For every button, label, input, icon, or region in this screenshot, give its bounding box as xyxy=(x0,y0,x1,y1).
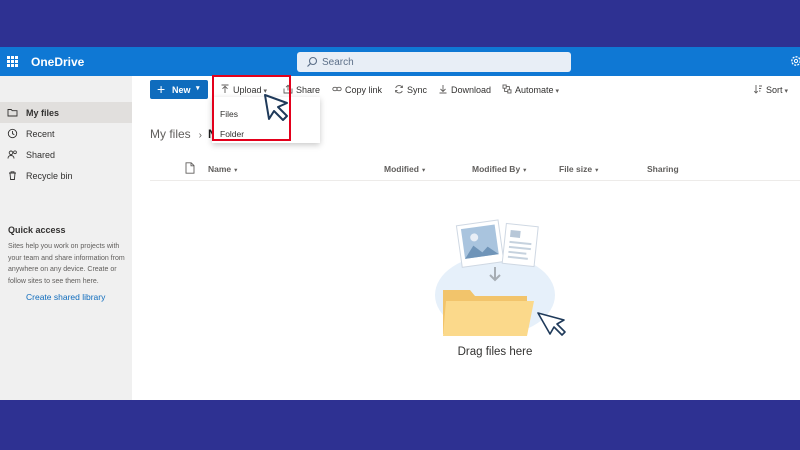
suite-header: OneDrive Search xyxy=(0,47,800,76)
plus-icon: + xyxy=(157,81,166,97)
column-name[interactable]: Name ▾ xyxy=(208,164,237,174)
column-modified[interactable]: Modified ▾ xyxy=(384,164,425,174)
chevron-down-icon: ▾ xyxy=(421,167,426,174)
quick-access-title: Quick access xyxy=(8,225,66,235)
upload-folder-option[interactable]: Folder xyxy=(220,129,244,139)
automate-icon xyxy=(502,84,512,94)
sync-label: Sync xyxy=(407,85,428,95)
upload-label: Upload xyxy=(233,85,262,95)
chevron-right-icon: › xyxy=(198,130,203,141)
chevron-down-icon: ▾ xyxy=(196,85,200,92)
chevron-down-icon: ▾ xyxy=(234,167,238,174)
onedrive-window: OneDrive Search My files Recent Shared R… xyxy=(0,47,800,400)
nav-item-label: Recent xyxy=(26,129,55,139)
automate-button[interactable]: Automate ▾ xyxy=(502,84,559,95)
nav-item-shared[interactable]: Shared xyxy=(0,144,132,165)
sort-label: Sort xyxy=(766,85,783,95)
search-icon xyxy=(307,56,318,67)
app-name[interactable]: OneDrive xyxy=(31,55,84,69)
column-file-size-label: File size xyxy=(559,164,593,174)
upload-files-option[interactable]: Files xyxy=(220,109,238,119)
left-navigation: My files Recent Shared Recycle bin Quick… xyxy=(0,76,132,400)
column-modified-label: Modified xyxy=(384,164,419,174)
upload-icon xyxy=(221,84,229,93)
sync-icon xyxy=(395,85,403,94)
copy-link-label: Copy link xyxy=(345,85,383,95)
column-header-row: Name ▾ Modified ▾ Modified By ▾ File size ▾ … xyxy=(150,157,800,181)
create-shared-library-link[interactable]: Create shared library xyxy=(26,292,105,302)
download-button[interactable]: Download xyxy=(438,84,491,95)
nav-item-label: My files xyxy=(26,108,60,118)
link-icon xyxy=(332,86,342,92)
sort-button[interactable]: Sort ▾ xyxy=(753,84,788,95)
chevron-down-icon: ▾ xyxy=(523,167,527,174)
empty-folder-illustration xyxy=(435,219,566,336)
sync-button[interactable]: Sync xyxy=(394,84,427,95)
column-modified-by[interactable]: Modified By ▾ xyxy=(472,164,526,174)
copy-link-button[interactable]: Copy link xyxy=(332,84,382,95)
folder-icon xyxy=(7,109,18,117)
column-sharing[interactable]: Sharing xyxy=(647,164,679,174)
chevron-down-icon: ▾ xyxy=(555,88,560,95)
search-box[interactable]: Search xyxy=(297,52,571,72)
chevron-down-icon: ▾ xyxy=(784,88,789,95)
quick-access-description: Sites help you work on projects with you… xyxy=(8,243,125,285)
chevron-down-icon: ▾ xyxy=(595,167,599,174)
breadcrumb: My files›N xyxy=(150,127,217,141)
search-placeholder: Search xyxy=(322,57,354,68)
trash-icon xyxy=(9,171,16,180)
clock-icon xyxy=(7,128,18,139)
column-name-label: Name xyxy=(208,164,232,174)
nav-item-label: Recycle bin xyxy=(26,171,73,181)
column-file-size[interactable]: File size ▾ xyxy=(559,164,598,174)
bottom-band xyxy=(0,400,800,450)
people-icon xyxy=(7,150,17,159)
nav-item-my-files[interactable]: My files xyxy=(0,102,132,123)
drag-files-text: Drag files here xyxy=(457,346,533,358)
nav-item-recent[interactable]: Recent xyxy=(0,123,132,144)
new-button-label: New xyxy=(172,85,191,95)
new-button[interactable]: + New ▾ xyxy=(150,80,208,99)
nav-item-label: Shared xyxy=(26,150,56,160)
column-sharing-label: Sharing xyxy=(647,164,679,174)
pointer-cursor-icon xyxy=(264,94,288,121)
gear-icon[interactable] xyxy=(790,55,800,67)
upload-button[interactable]: Upload ▾ xyxy=(220,84,267,95)
column-modified-by-label: Modified By xyxy=(472,164,521,174)
app-launcher-icon[interactable] xyxy=(7,56,18,67)
file-type-icon xyxy=(185,162,195,174)
sort-icon xyxy=(753,85,762,94)
share-label: Share xyxy=(296,85,321,95)
download-label: Download xyxy=(451,85,492,95)
breadcrumb-root[interactable]: My files xyxy=(150,127,191,141)
nav-item-recycle-bin[interactable]: Recycle bin xyxy=(0,165,132,186)
download-icon xyxy=(439,85,447,94)
automate-label: Automate xyxy=(515,85,554,95)
